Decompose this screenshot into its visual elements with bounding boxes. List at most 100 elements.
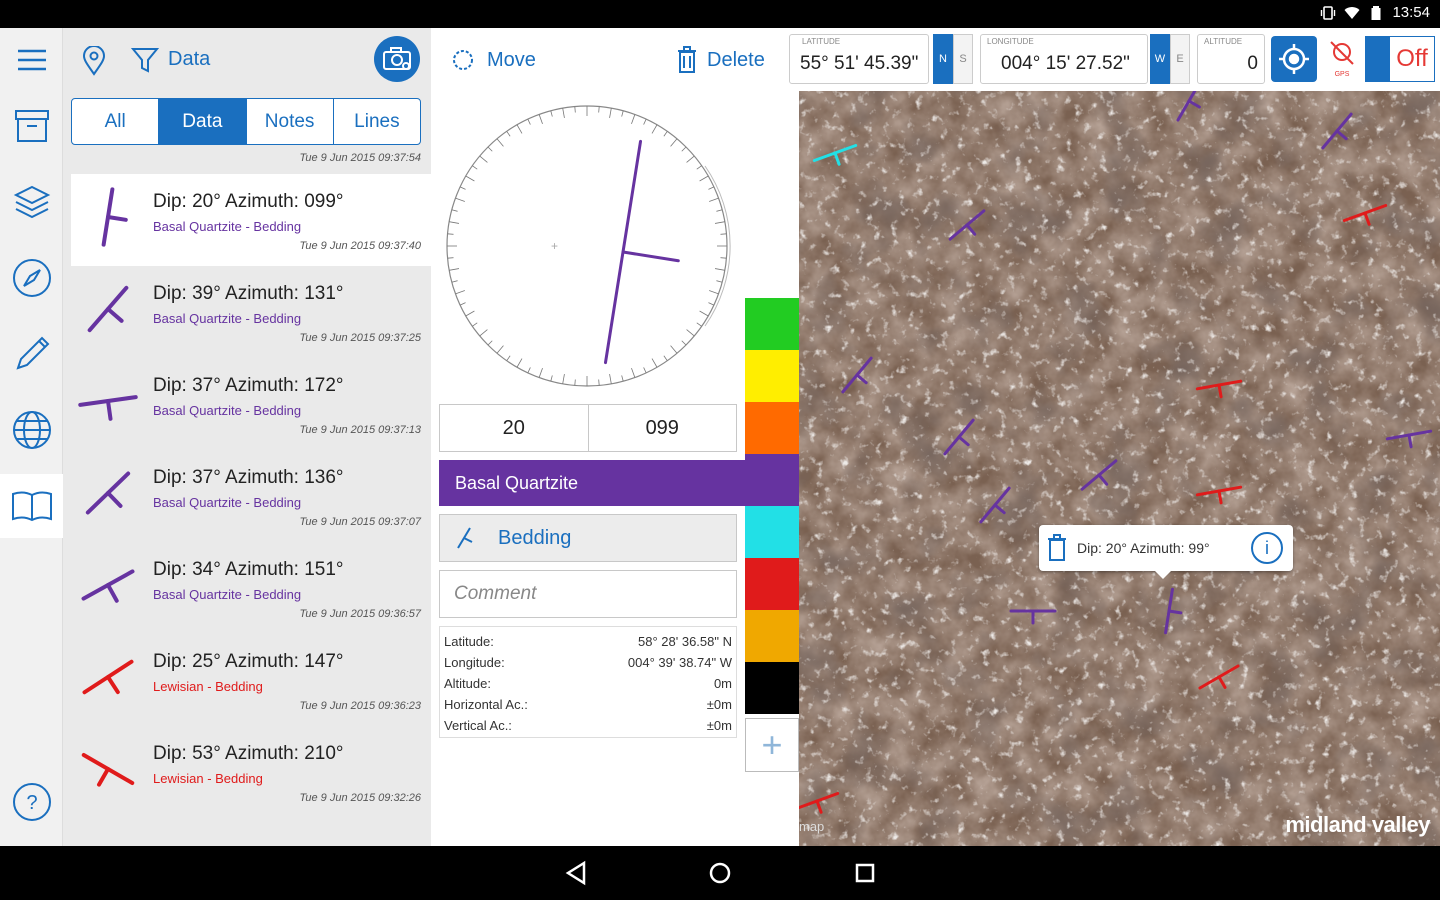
map-imagery — [799, 91, 1440, 846]
item-title: Dip: 39° Azimuth: 131° — [153, 283, 344, 304]
satellite-map[interactable]: Dip: 20° Azimuth: 99° i map midland vall… — [799, 91, 1440, 846]
tab-data[interactable]: Data — [159, 99, 247, 144]
move-button[interactable]: Move — [451, 48, 536, 72]
notebook-button[interactable] — [0, 474, 63, 538]
list-item[interactable]: Dip: 53° Azimuth: 210° Lewisian - Beddin… — [63, 726, 431, 818]
list-item[interactable]: Dip: 25° Azimuth: 147° Lewisian - Beddin… — [63, 634, 431, 726]
help-button[interactable]: ? — [0, 770, 63, 834]
globe-button[interactable] — [0, 398, 63, 462]
location-pin-icon[interactable] — [81, 46, 107, 76]
item-timestamp: Tue 9 Jun 2015 09:37:13 — [299, 424, 421, 436]
structure-type-label: Bedding — [498, 526, 572, 549]
toggle-knob — [1366, 37, 1390, 81]
horizontal-accuracy-row: Horizontal Ac.: ±0m — [444, 694, 732, 715]
item-title: Dip: 53° Azimuth: 210° — [153, 743, 344, 764]
info-button[interactable]: i — [1251, 532, 1283, 564]
latitude-value: 55° 51' 45.39" — [800, 53, 919, 74]
hemisphere-w[interactable]: W — [1150, 34, 1170, 84]
filter-icon[interactable] — [131, 46, 159, 74]
archive-button[interactable] — [0, 94, 63, 158]
item-subtitle: Basal Quartzite - Bedding — [153, 311, 302, 326]
list-item[interactable]: Dip: 39° Azimuth: 131° Basal Quartzite -… — [63, 266, 431, 358]
lon-hemisphere-toggle[interactable]: W E — [1150, 34, 1190, 84]
color-swatch[interactable] — [745, 350, 799, 402]
item-title: Dip: 34° Azimuth: 151° — [153, 559, 344, 580]
add-unit-button[interactable]: + — [745, 718, 799, 772]
item-title: Dip: 37° Azimuth: 136° — [153, 467, 344, 488]
latitude-display[interactable]: LATITUDE 55° 51' 45.39" — [789, 34, 929, 84]
strike-dip-symbol-icon — [81, 753, 135, 787]
compass-button[interactable] — [0, 246, 63, 310]
comment-field[interactable]: Comment — [439, 570, 737, 618]
book-icon — [11, 491, 52, 522]
home-icon[interactable] — [705, 858, 735, 888]
status-bar: 13:54 — [0, 0, 1440, 28]
list-header-timestamp: Tue 9 Jun 2015 09:37:54 — [299, 152, 421, 164]
tab-notes[interactable]: Notes — [247, 99, 334, 144]
dip-field[interactable]: 20 — [440, 405, 589, 451]
pencil-icon — [15, 336, 49, 370]
move-label: Move — [487, 48, 536, 71]
back-icon[interactable] — [562, 858, 592, 888]
unit-selector[interactable]: Basal Quartzite — [439, 460, 799, 506]
color-swatch[interactable] — [745, 610, 799, 662]
color-swatch[interactable] — [745, 506, 799, 558]
gps-locate-button[interactable] — [1271, 36, 1317, 82]
data-list: Dip: 20° Azimuth: 099° Basal Quartzite -… — [63, 174, 431, 818]
tab-all[interactable]: All — [72, 99, 160, 144]
longitude-display[interactable]: LONGITUDE 004° 15' 27.52" — [980, 34, 1148, 84]
trash-icon[interactable] — [1047, 534, 1067, 562]
filter-label[interactable]: Data — [168, 48, 210, 71]
color-swatch[interactable] — [745, 558, 799, 610]
structure-type-selector[interactable]: Bedding — [439, 514, 737, 562]
pencil-button[interactable] — [0, 322, 63, 386]
layers-icon — [13, 185, 50, 219]
recents-icon[interactable] — [850, 858, 880, 888]
hemisphere-e[interactable]: E — [1170, 34, 1190, 84]
camera-button[interactable] — [374, 36, 420, 82]
altitude-row: Altitude: 0m — [444, 673, 732, 694]
item-timestamp: Tue 9 Jun 2015 09:36:23 — [299, 700, 421, 712]
list-item[interactable]: Dip: 20° Azimuth: 099° Basal Quartzite -… — [71, 174, 431, 266]
gps-toggle[interactable]: Off — [1365, 36, 1435, 82]
strike-dip-symbol-icon — [82, 659, 134, 695]
gps-caption: GPS — [1334, 71, 1350, 78]
latitude-value: 58° 28' 36.58" N — [638, 634, 732, 649]
list-filter-tabs: All Data Notes Lines — [71, 98, 421, 145]
azimuth-field[interactable]: 099 — [589, 405, 737, 451]
measurement-popup[interactable]: Dip: 20° Azimuth: 99° i — [1039, 525, 1293, 579]
color-swatch[interactable] — [745, 298, 799, 350]
menu-button[interactable] — [0, 28, 63, 92]
latitude-row: Latitude: 58° 28' 36.58" N — [444, 631, 732, 652]
color-swatch[interactable] — [745, 402, 799, 454]
help-icon: ? — [12, 783, 51, 821]
list-item[interactable]: Dip: 37° Azimuth: 172° Basal Quartzite -… — [63, 358, 431, 450]
move-icon — [453, 50, 473, 70]
item-title: Dip: 25° Azimuth: 147° — [153, 651, 344, 672]
hemisphere-s[interactable]: S — [953, 34, 973, 84]
altitude-value: 0 — [1247, 53, 1258, 74]
item-timestamp: Tue 9 Jun 2015 09:37:07 — [299, 516, 421, 528]
layers-button[interactable] — [0, 170, 63, 234]
list-item[interactable]: Dip: 34° Azimuth: 151° Basal Quartzite -… — [63, 542, 431, 634]
altitude-display[interactable]: ALTITUDE 0 — [1197, 34, 1265, 84]
bedding-icon — [457, 527, 473, 549]
brand-logo: midland valley — [1285, 812, 1430, 837]
altitude-value: 0m — [713, 676, 732, 691]
unit-color-swatches — [745, 298, 799, 714]
orientation-compass[interactable]: + — [441, 100, 733, 392]
camera-icon — [383, 47, 411, 70]
hemisphere-n[interactable]: N — [933, 34, 953, 84]
longitude-label: Longitude: — [444, 655, 505, 670]
item-subtitle: Basal Quartzite - Bedding — [153, 495, 302, 510]
color-swatch[interactable] — [745, 662, 799, 714]
tab-lines[interactable]: Lines — [334, 99, 420, 144]
location-info: Latitude: 58° 28' 36.58" N Longitude: 004°… — [439, 626, 737, 738]
delete-button[interactable]: Delete — [677, 46, 765, 74]
item-timestamp: Tue 9 Jun 2015 09:37:40 — [299, 240, 421, 252]
latitude-caption: LATITUDE — [802, 37, 841, 46]
gps-status: GPS — [1325, 38, 1359, 82]
lat-hemisphere-toggle[interactable]: N S — [933, 34, 973, 84]
list-item[interactable]: Dip: 37° Azimuth: 136° Basal Quartzite -… — [63, 450, 431, 542]
editor-toolbar: Move Delete — [431, 28, 799, 90]
